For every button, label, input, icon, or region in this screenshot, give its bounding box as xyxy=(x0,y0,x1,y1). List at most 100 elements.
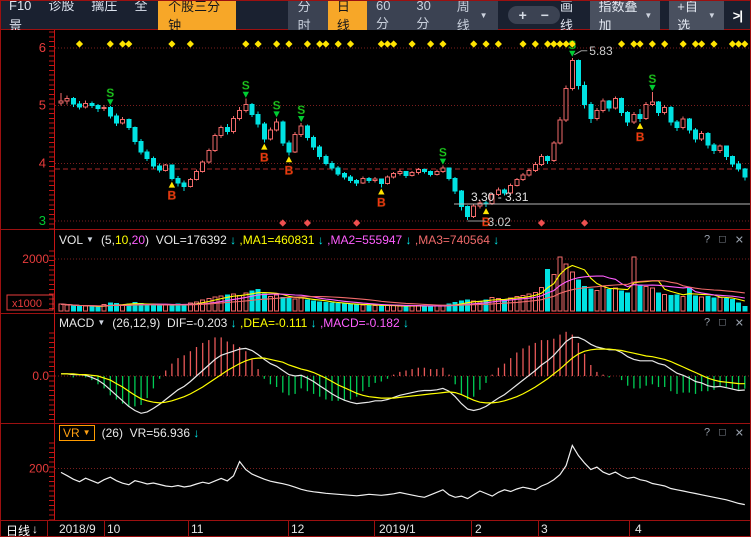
x-axis-month-label: 2 xyxy=(475,522,482,536)
vr-pane-buttons: ? □ ✕ xyxy=(704,426,744,439)
svg-text:B: B xyxy=(260,151,269,165)
vr-scale-label: 200 xyxy=(29,462,49,476)
vr-values: (26) VR=56.936 ↓ xyxy=(102,426,200,440)
vr-chart[interactable]: 200 xyxy=(1,441,751,525)
svg-text:B: B xyxy=(636,130,645,144)
value-segment: ,MACD=-0.182 xyxy=(320,316,400,330)
svg-text:5: 5 xyxy=(39,98,46,113)
axis-separator xyxy=(471,521,472,537)
axis-separator xyxy=(538,521,539,537)
macd-pane: MACD ▼ (26,12,9) DIF=-0.203 ↓ ,DEA=-0.11… xyxy=(1,313,751,423)
vol-unit-label: x1000 xyxy=(12,298,42,310)
zoom-out-button[interactable]: − xyxy=(534,7,556,23)
volume-chart[interactable]: 2000 x1000 xyxy=(1,249,751,318)
svg-text:S: S xyxy=(648,72,656,86)
close-icon[interactable]: ✕ xyxy=(735,316,744,329)
help-icon[interactable]: ? xyxy=(704,426,710,439)
svg-text:S: S xyxy=(297,103,305,117)
menu-item-2[interactable]: 擒庄 xyxy=(91,0,117,13)
value-segment: 20 xyxy=(132,233,145,247)
svg-text:S: S xyxy=(273,98,281,112)
period-label: 60分 xyxy=(376,0,398,32)
maximize-icon[interactable]: □ xyxy=(719,316,726,329)
chevron-down-icon: ▼ xyxy=(480,11,488,20)
draw-line-button[interactable]: 画线 xyxy=(560,0,582,34)
vol-values: (5,10,20) VOL=176392 ↓ ,MA1=460831 ↓ ,MA… xyxy=(101,233,499,247)
vr-pane: VR ▼ (26) VR=56.936 ↓ ? □ ✕ 200 xyxy=(1,423,751,520)
svg-text:B: B xyxy=(285,163,294,177)
menu-item-1[interactable]: 诊股 xyxy=(48,0,74,13)
value-segment: ↓ xyxy=(400,316,409,330)
collapse-panel-icon[interactable]: >| xyxy=(733,8,742,23)
candlestick-chart[interactable]: 6543SSSSSSSBBBBBB5.833.30 - 3.313.02 xyxy=(1,30,751,234)
period-indicator[interactable]: 日线 ↓ xyxy=(6,522,38,537)
value-segment: ) xyxy=(145,233,156,247)
svg-text:S: S xyxy=(242,79,250,93)
x-axis-month-label: 12 xyxy=(291,522,304,536)
macd-pane-buttons: ? □ ✕ xyxy=(704,316,744,329)
vr-line xyxy=(61,445,745,504)
x-axis-month-label: 3 xyxy=(541,522,548,536)
stock-app-window: F10诊股擒庄全景 个股三分钟 分时日线60分30分周线▼ + − 画线 指数叠… xyxy=(0,0,751,537)
svg-text:B: B xyxy=(377,196,386,210)
chevron-down-icon: ▼ xyxy=(86,235,94,244)
macd-histogram xyxy=(73,332,745,407)
value-segment: ↓ xyxy=(402,233,415,247)
value-segment: DIF=-0.203 xyxy=(167,316,227,330)
help-icon[interactable]: ? xyxy=(704,316,710,329)
menu-item-0[interactable]: F10 xyxy=(9,0,31,13)
vr-indicator-selector[interactable]: VR ▼ xyxy=(59,425,95,441)
value-segment: ,MA2=555947 xyxy=(327,233,402,247)
vol-scale-label: 2000 xyxy=(22,252,49,266)
vol-indicator-selector[interactable]: VOL ▼ xyxy=(59,233,94,247)
svg-text:S: S xyxy=(106,86,114,100)
macd-chart[interactable]: 0.0 xyxy=(1,331,751,428)
maximize-icon[interactable]: □ xyxy=(719,426,726,439)
x-axis-month-label: 2019/1 xyxy=(379,522,416,536)
value-segment: ↓ xyxy=(490,233,499,247)
period-label: 30分 xyxy=(416,0,438,32)
value-segment: ,DEA=-0.111 xyxy=(240,316,307,330)
value-segment: ↓ xyxy=(190,426,199,440)
chevron-down-icon: ▼ xyxy=(97,318,105,327)
value-segment: VOL=176392 xyxy=(156,233,227,247)
x-axis-month-label: 11 xyxy=(191,522,203,536)
period-label: 日线 xyxy=(337,0,358,34)
value-segment: ↓ xyxy=(227,233,240,247)
svg-text:3.30 - 3.31: 3.30 - 3.31 xyxy=(471,190,529,204)
axis-separator xyxy=(629,521,630,537)
value-segment: VR=56.936 xyxy=(130,426,190,440)
close-icon[interactable]: ✕ xyxy=(735,426,744,439)
period-label: 分时 xyxy=(298,0,319,34)
macd-title: MACD xyxy=(59,316,94,330)
value-segment: ,MA1=460831 xyxy=(239,233,314,247)
vr-title: VR xyxy=(63,426,80,440)
macd-indicator-selector[interactable]: MACD ▼ xyxy=(59,316,105,330)
svg-text:5.83: 5.83 xyxy=(589,44,613,58)
value-segment: ↓ xyxy=(314,233,327,247)
svg-text:3.02: 3.02 xyxy=(488,215,512,229)
vol-header: VOL ▼ (5,10,20) VOL=176392 ↓ ,MA1=460831… xyxy=(1,230,751,249)
x-axis-month-label: 10 xyxy=(107,522,120,536)
close-icon[interactable]: ✕ xyxy=(735,233,744,246)
svg-text:B: B xyxy=(168,189,177,203)
zoom-in-button[interactable]: + xyxy=(512,7,534,23)
help-icon[interactable]: ? xyxy=(704,233,710,246)
macd-header: MACD ▼ (26,12,9) DIF=-0.203 ↓ ,DEA=-0.11… xyxy=(1,314,751,331)
value-segment: (26,12,9) xyxy=(112,316,167,330)
svg-text:S: S xyxy=(439,146,447,160)
period-tab-60分[interactable]: 60分 xyxy=(367,0,407,34)
axis-separator xyxy=(188,521,189,537)
toolbar: F10诊股擒庄全景 个股三分钟 分时日线60分30分周线▼ + − 画线 指数叠… xyxy=(1,1,750,30)
value-segment: (26) xyxy=(102,426,130,440)
main-candlestick-pane[interactable]: 6543SSSSSSSBBBBBB5.833.30 - 3.313.02 xyxy=(1,30,751,229)
axis-separator xyxy=(47,521,48,537)
period-tab-30分[interactable]: 30分 xyxy=(407,0,447,34)
maximize-icon[interactable]: □ xyxy=(719,233,726,246)
value-segment: (5, xyxy=(101,233,115,247)
macd-zero-label: 0.0 xyxy=(32,369,49,383)
arrow-down-icon: ↓ xyxy=(32,522,38,537)
value-segment: 10 xyxy=(115,233,128,247)
x-axis-month-label: 4 xyxy=(635,522,642,536)
chevron-down-icon: ▼ xyxy=(708,11,716,20)
